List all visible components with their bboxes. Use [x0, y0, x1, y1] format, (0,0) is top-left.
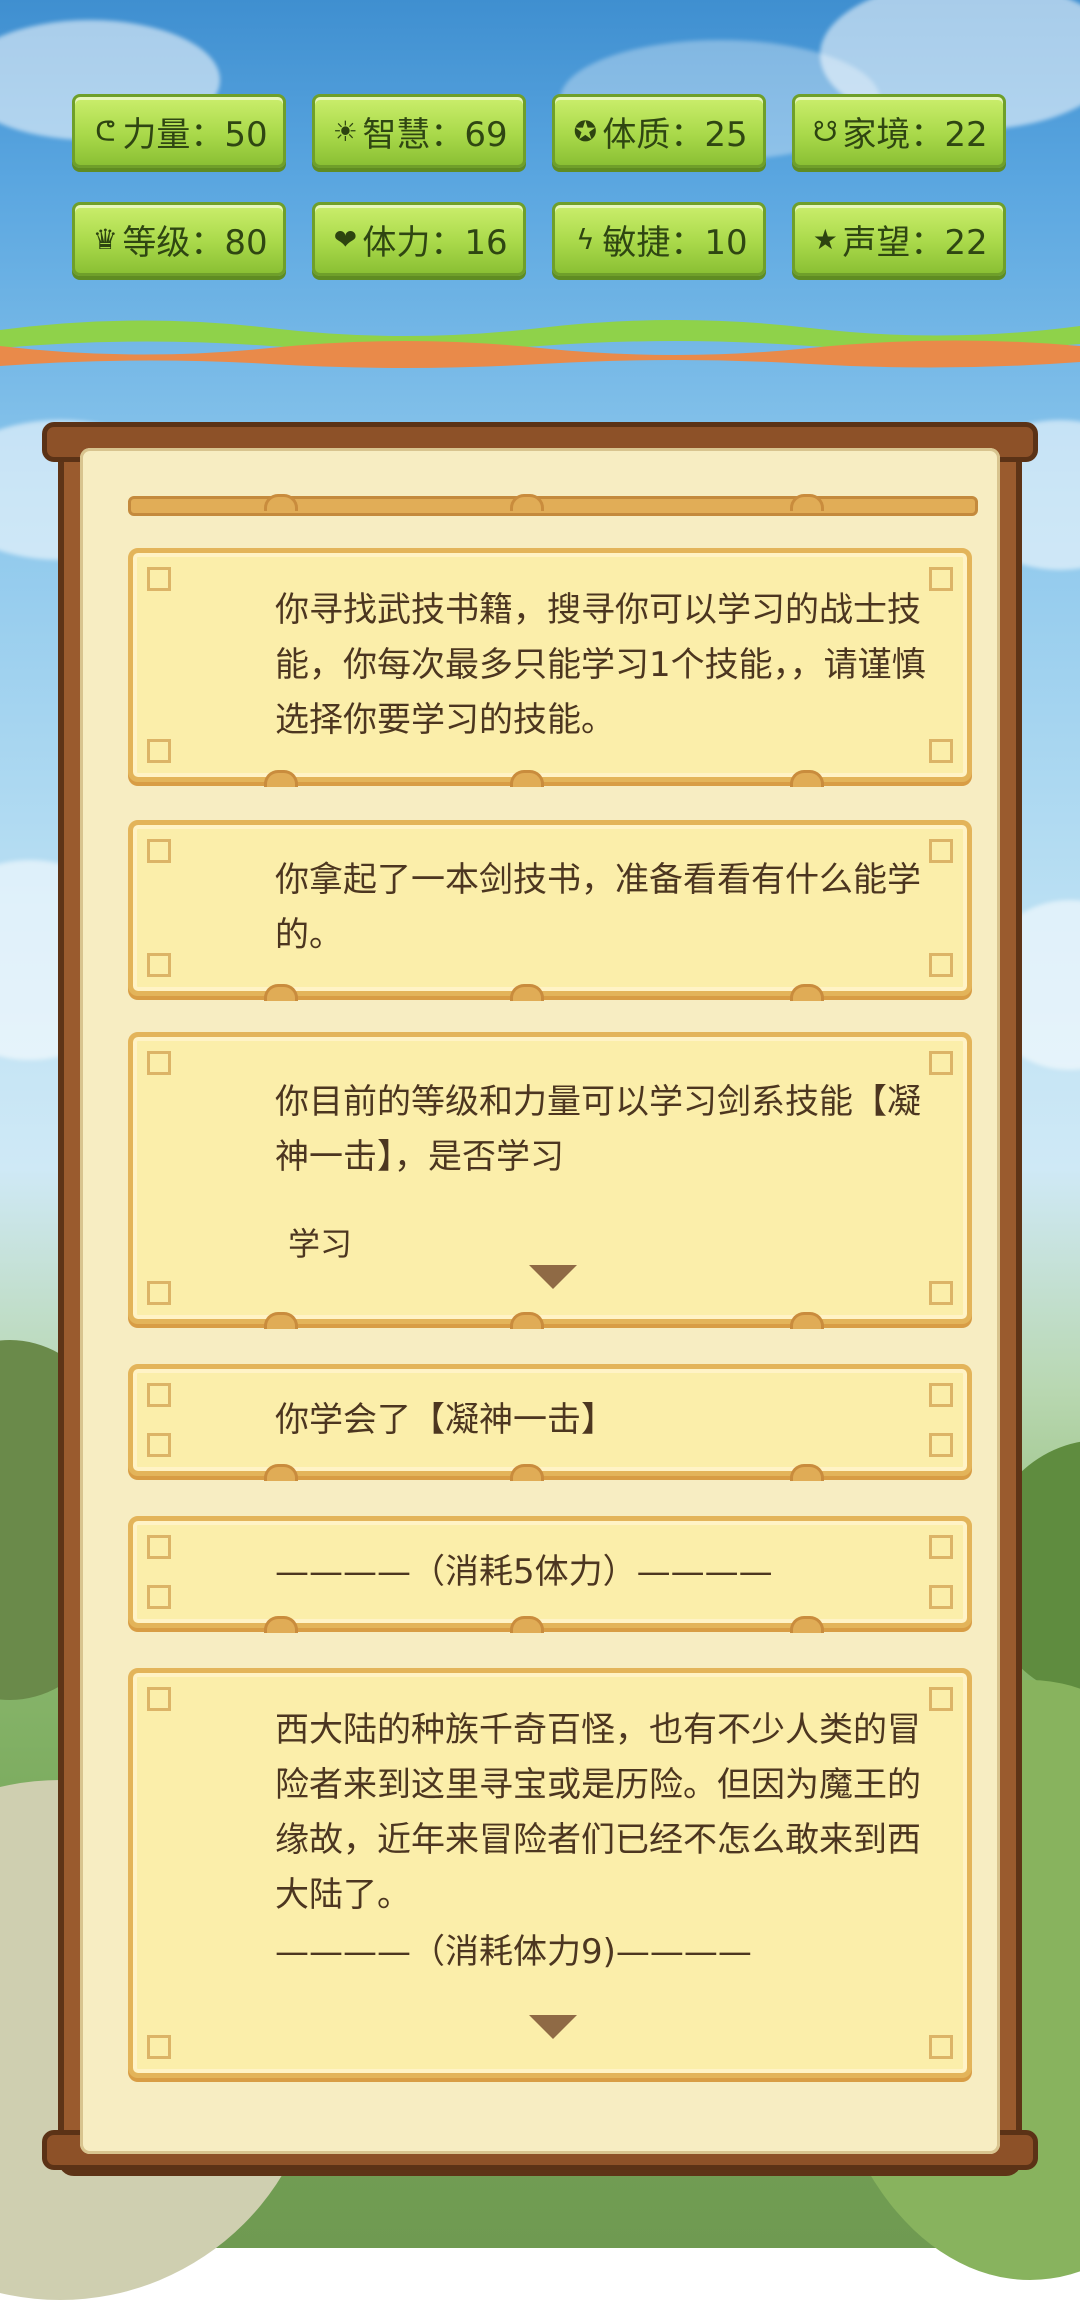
stat-constitution: ✪ 体质：25 [552, 94, 766, 168]
stat-label: 智慧：69 [362, 114, 508, 155]
message-card: 你寻找武技书籍，搜寻你可以学习的战士技能，你每次最多只能学习1个技能，，请谨慎选… [128, 548, 972, 782]
message-card: 你学会了【凝神一击】 [128, 1364, 972, 1476]
message-text: ————（消耗5体力）———— [275, 1552, 773, 1592]
stat-label: 等级：80 [122, 222, 268, 263]
stat-stamina: ❤ 体力：16 [312, 202, 526, 276]
muscle-icon: ᕦ [95, 114, 116, 148]
message-card: 西大陆的种族千奇百怪，也有不少人类的冒险者来到这里寻宝或是历险。但因为魔王的缘故… [128, 1668, 972, 2078]
heart-icon: ❤ [333, 222, 358, 256]
expand-down-icon[interactable] [529, 2015, 577, 2039]
stat-label: 敏捷：10 [602, 222, 748, 263]
stat-label: 体质：25 [602, 114, 748, 155]
choice-card: 你目前的等级和力量可以学习剑系技能【凝神一击】，是否学习 学习 [128, 1032, 972, 1324]
message-card: ————（消耗5体力）———— [128, 1516, 972, 1628]
crown-icon: ♛ [92, 222, 118, 256]
stat-label: 声望：22 [842, 222, 988, 263]
message-card: 你拿起了一本剑技书，准备看看有什么能学的。 [128, 820, 972, 996]
stat-level: ♛ 等级：80 [72, 202, 286, 276]
stat-agility: ϟ 敏捷：10 [552, 202, 766, 276]
message-text: 你目前的等级和力量可以学习剑系技能【凝神一击】，是否学习 [275, 1082, 921, 1177]
stamina-cost-text: ————（消耗体力9)———— [275, 1932, 752, 1972]
message-text: 你寻找武技书籍，搜寻你可以学习的战士技能，你每次最多只能学习1个技能，，请谨慎选… [275, 590, 926, 740]
top-divider [128, 496, 978, 516]
stat-family: ☋ 家境：22 [792, 94, 1006, 168]
constitution-icon: ✪ [573, 114, 598, 148]
stat-wisdom: ☀ 智慧：69 [312, 94, 526, 168]
message-text: 你学会了【凝神一击】 [275, 1400, 615, 1440]
lightning-icon: ϟ [576, 222, 595, 256]
stat-label: 力量：50 [122, 114, 268, 155]
stat-label: 家境：22 [842, 114, 988, 155]
star-icon: ★ [812, 222, 838, 256]
stat-reputation: ★ 声望：22 [792, 202, 1006, 276]
message-text: 你拿起了一本剑技书，准备看看有什么能学的。 [275, 860, 921, 955]
lightbulb-icon: ☀ [332, 114, 358, 148]
family-icon: ☋ [812, 114, 838, 148]
expand-down-icon[interactable] [529, 1265, 577, 1289]
learn-option-button[interactable]: 学习 [288, 1219, 352, 1265]
stat-strength: ᕦ 力量：50 [72, 94, 286, 168]
message-text: 西大陆的种族千奇百怪，也有不少人类的冒险者来到这里寻宝或是历险。但因为魔王的缘故… [275, 1710, 921, 1915]
grass-wave-divider [0, 320, 1080, 368]
stat-label: 体力：16 [362, 222, 508, 263]
